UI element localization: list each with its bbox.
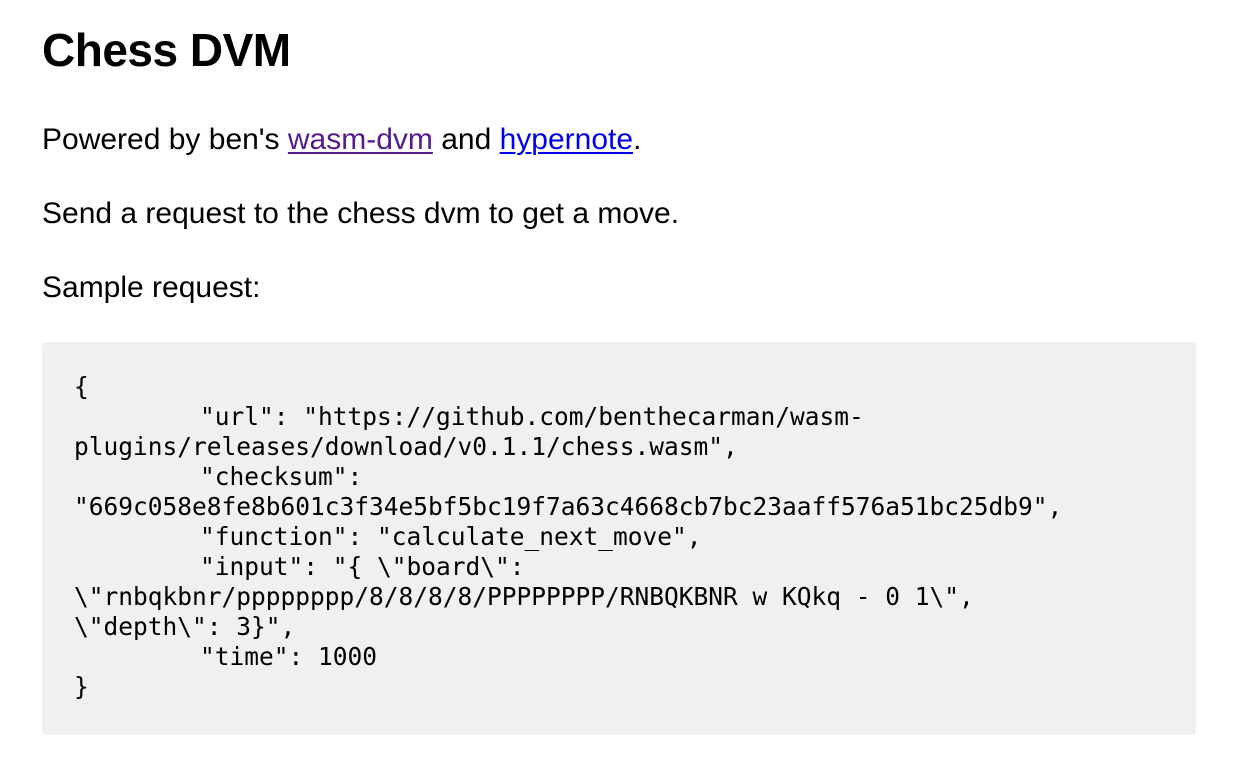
code-line: "input": "{ \"board\": — [200, 552, 525, 581]
powered-by-paragraph: Powered by ben's wasm-dvm and hypernote. — [42, 122, 641, 158]
code-line: "time": 1000 — [200, 642, 378, 671]
code-line: plugins/releases/download/v0.1.1/chess.w… — [74, 432, 738, 461]
code-line: "url": "https://github.com/benthecarman/… — [200, 402, 864, 431]
code-line: } — [74, 672, 89, 701]
code-line: "669c058e8fe8b601c3f34e5bf5bc19f7a63c466… — [74, 492, 1063, 521]
powered-by-middle: and — [432, 123, 500, 156]
sample-request-label: Sample request: — [42, 271, 261, 304]
instruction-text: Send a request to the chess dvm to get a… — [42, 197, 680, 230]
code-block: { "url": "https://github.com/benthecarma… — [42, 342, 1196, 735]
sample-request-code[interactable]: { "url": "https://github.com/benthecarma… — [74, 372, 1062, 702]
page-title: Chess DVM — [42, 24, 291, 76]
code-line: \"rnbqkbnr/pppppppp/8/8/8/8/PPPPPPPP/RNB… — [74, 582, 974, 611]
wasm-dvm-link[interactable]: wasm-dvm — [288, 123, 433, 156]
hypernote-link[interactable]: hypernote — [500, 123, 633, 156]
powered-by-suffix: . — [633, 123, 642, 156]
code-line: "function": "calculate_next_move", — [200, 522, 702, 551]
code-line: \"depth\": 3}", — [74, 612, 296, 641]
code-line: "checksum": — [200, 462, 363, 491]
code-line: { — [74, 372, 89, 401]
powered-by-prefix: Powered by ben's — [42, 123, 288, 156]
